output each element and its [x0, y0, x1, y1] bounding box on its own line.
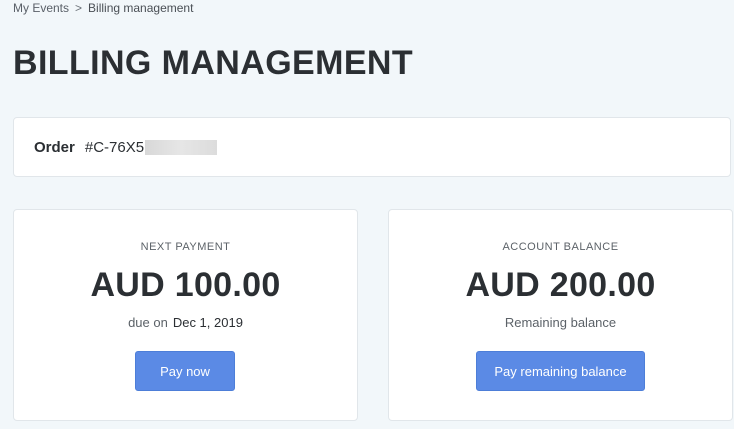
breadcrumb-my-events[interactable]: My Events [13, 1, 69, 15]
next-payment-label: NEXT PAYMENT [140, 241, 231, 253]
account-balance-amount: AUD 200.00 [465, 266, 656, 304]
pay-now-button[interactable]: Pay now [135, 351, 235, 391]
next-payment-due: due on Dec 1, 2019 [14, 315, 357, 330]
remaining-balance-label: Remaining balance [504, 315, 617, 330]
breadcrumb-separator: > [75, 1, 83, 15]
order-number: #C-76X5 [84, 138, 145, 156]
due-date: Dec 1, 2019 [172, 315, 243, 330]
order-card: Order #C-76X5 [13, 117, 731, 177]
order-label: Order [34, 138, 75, 156]
due-prefix: due on [128, 315, 168, 330]
breadcrumb-billing-management: Billing management [88, 1, 194, 15]
account-balance-card: ACCOUNT BALANCE AUD 200.00 Remaining bal… [388, 209, 733, 421]
page-title: BILLING MANAGEMENT [13, 44, 414, 82]
breadcrumb: My Events > Billing management [13, 1, 193, 15]
next-payment-card: NEXT PAYMENT AUD 100.00 due on Dec 1, 201… [13, 209, 358, 421]
order-number-redaction [145, 139, 218, 155]
next-payment-amount: AUD 100.00 [90, 266, 281, 304]
pay-remaining-balance-button[interactable]: Pay remaining balance [476, 351, 645, 391]
account-balance-label: ACCOUNT BALANCE [502, 241, 619, 253]
